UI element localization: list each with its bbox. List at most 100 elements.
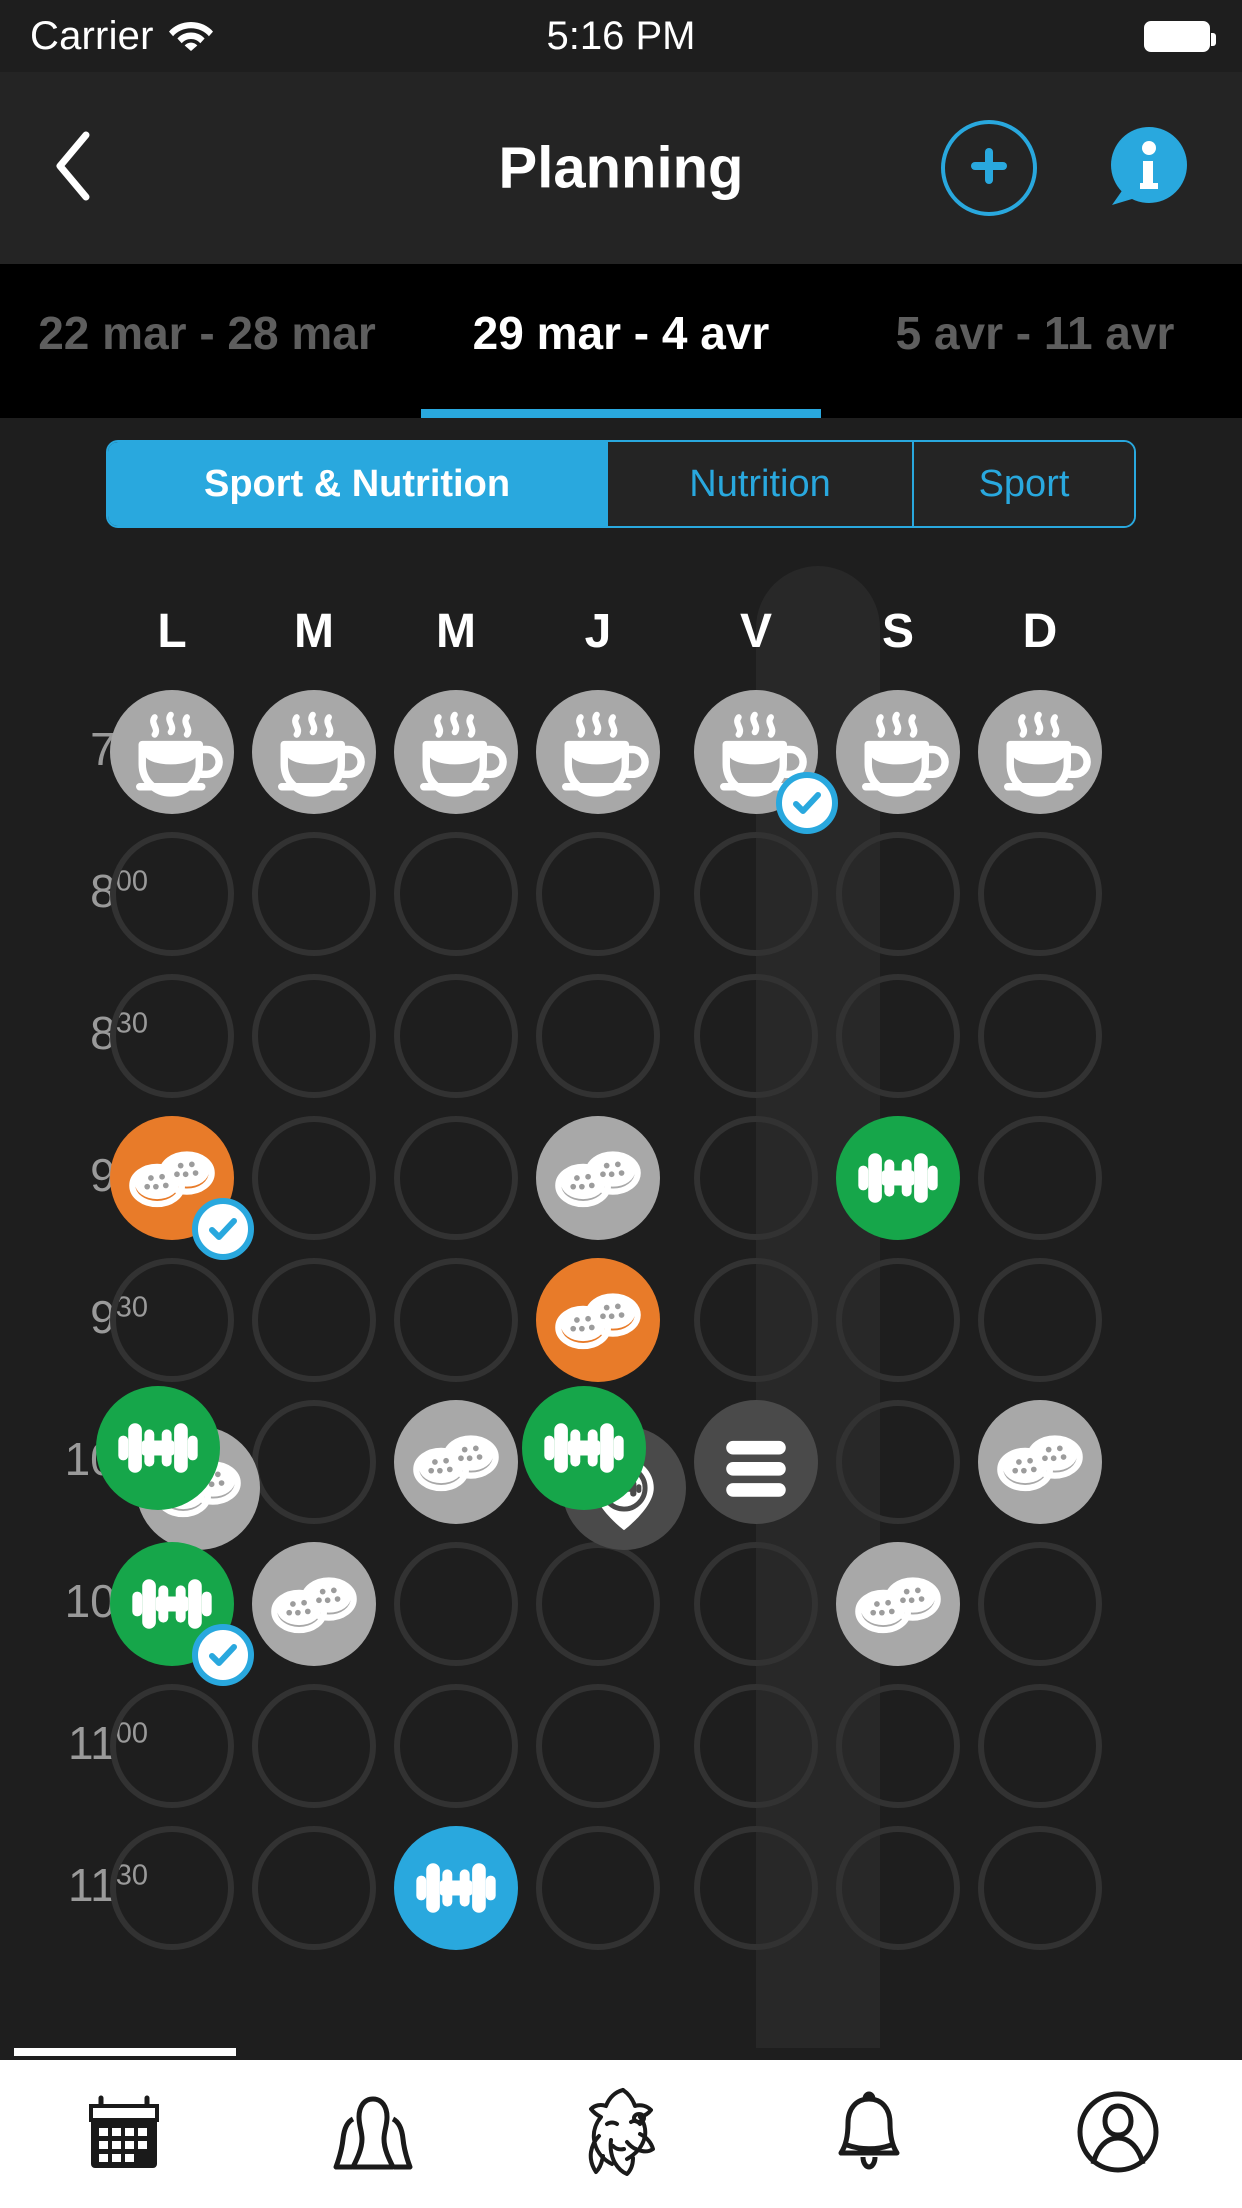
event-slot-menu[interactable] bbox=[694, 1400, 818, 1524]
dumbbell-icon bbox=[544, 1423, 624, 1473]
page-title: Planning bbox=[498, 135, 744, 201]
empty-slot[interactable] bbox=[978, 1116, 1102, 1240]
empty-slot[interactable] bbox=[694, 1542, 818, 1666]
bottom-tab-bar bbox=[0, 2060, 1242, 2208]
meal-icon bbox=[555, 1293, 641, 1350]
event-slot-meal[interactable] bbox=[394, 1400, 518, 1524]
event-slot-coffee[interactable] bbox=[110, 690, 234, 814]
empty-slot[interactable] bbox=[252, 1400, 376, 1524]
empty-slot[interactable] bbox=[394, 1116, 518, 1240]
tab-brand[interactable] bbox=[497, 2060, 745, 2208]
day-header-4: V bbox=[739, 605, 772, 658]
empty-slot[interactable] bbox=[252, 832, 376, 956]
empty-slot[interactable] bbox=[252, 1258, 376, 1382]
event-slot-sport[interactable] bbox=[96, 1386, 220, 1510]
day-header-1: M bbox=[294, 605, 334, 658]
empty-slot[interactable] bbox=[694, 1684, 818, 1808]
empty-slot[interactable] bbox=[694, 1826, 818, 1950]
segment-sport[interactable]: Sport bbox=[914, 442, 1134, 526]
event-slot-coffee[interactable] bbox=[978, 690, 1102, 814]
meal-icon bbox=[271, 1577, 357, 1634]
empty-slot[interactable] bbox=[252, 1684, 376, 1808]
plus-icon bbox=[964, 141, 1014, 196]
empty-slot[interactable] bbox=[110, 832, 234, 956]
event-slot-meal[interactable] bbox=[252, 1542, 376, 1666]
event-slot-meal[interactable] bbox=[836, 1542, 960, 1666]
calendar-icon bbox=[83, 2090, 165, 2179]
empty-slot[interactable] bbox=[836, 832, 960, 956]
status-bar-right bbox=[1144, 20, 1216, 52]
tab-community[interactable] bbox=[248, 2060, 496, 2208]
week-tab-previous[interactable]: 22 mar - 28 mar bbox=[0, 264, 414, 418]
event-slot-coffee[interactable] bbox=[252, 690, 376, 814]
empty-slot[interactable] bbox=[836, 974, 960, 1098]
empty-slot[interactable] bbox=[536, 1684, 660, 1808]
coffee-icon bbox=[278, 711, 365, 797]
menu-icon bbox=[726, 1440, 786, 1497]
empty-slot[interactable] bbox=[978, 974, 1102, 1098]
tab-profile[interactable] bbox=[994, 2060, 1242, 2208]
event-slot-coffee[interactable] bbox=[836, 690, 960, 814]
segment-sport-and-nutrition[interactable]: Sport & Nutrition bbox=[108, 442, 608, 526]
coffee-icon bbox=[420, 711, 507, 797]
empty-slot[interactable] bbox=[836, 1684, 960, 1808]
empty-slot[interactable] bbox=[536, 1826, 660, 1950]
empty-slot[interactable] bbox=[978, 832, 1102, 956]
empty-slot[interactable] bbox=[394, 1684, 518, 1808]
empty-slot[interactable] bbox=[394, 1258, 518, 1382]
empty-slot[interactable] bbox=[110, 1684, 234, 1808]
event-slot-sport[interactable] bbox=[522, 1386, 646, 1510]
event-slot-meal[interactable] bbox=[978, 1400, 1102, 1524]
empty-slot[interactable] bbox=[394, 832, 518, 956]
event-slot-sport[interactable] bbox=[394, 1826, 518, 1950]
info-button[interactable] bbox=[1102, 123, 1192, 213]
people-icon bbox=[327, 2089, 419, 2180]
empty-slot[interactable] bbox=[978, 1826, 1102, 1950]
empty-slot[interactable] bbox=[536, 832, 660, 956]
empty-slot[interactable] bbox=[836, 1826, 960, 1950]
meal-icon bbox=[555, 1151, 641, 1208]
meal-icon bbox=[855, 1577, 941, 1634]
empty-slot[interactable] bbox=[978, 1684, 1102, 1808]
week-tab-current[interactable]: 29 mar - 4 avr bbox=[414, 264, 828, 418]
empty-slot[interactable] bbox=[836, 1258, 960, 1382]
empty-slot[interactable] bbox=[110, 1258, 234, 1382]
meal-icon bbox=[997, 1435, 1083, 1492]
empty-slot[interactable] bbox=[252, 1116, 376, 1240]
empty-slot[interactable] bbox=[694, 1116, 818, 1240]
empty-slot[interactable] bbox=[536, 1542, 660, 1666]
event-slot-sport[interactable] bbox=[836, 1116, 960, 1240]
empty-slot[interactable] bbox=[252, 1826, 376, 1950]
coffee-icon bbox=[136, 711, 223, 797]
empty-slot[interactable] bbox=[536, 974, 660, 1098]
tiger-logo-icon bbox=[569, 2084, 673, 2185]
empty-slot[interactable] bbox=[394, 1542, 518, 1666]
empty-slot[interactable] bbox=[836, 1400, 960, 1524]
tab-calendar[interactable] bbox=[0, 2060, 248, 2208]
check-icon bbox=[209, 1644, 237, 1666]
empty-slot[interactable] bbox=[694, 974, 818, 1098]
check-icon bbox=[209, 1218, 237, 1240]
empty-slot[interactable] bbox=[110, 974, 234, 1098]
empty-slot[interactable] bbox=[110, 1826, 234, 1950]
event-slot-coffee[interactable] bbox=[394, 690, 518, 814]
dumbbell-icon bbox=[416, 1863, 496, 1913]
segment-nutrition[interactable]: Nutrition bbox=[608, 442, 914, 526]
empty-slot[interactable] bbox=[694, 1258, 818, 1382]
empty-slot[interactable] bbox=[978, 1542, 1102, 1666]
empty-slot[interactable] bbox=[394, 974, 518, 1098]
event-slot-meal[interactable] bbox=[536, 1116, 660, 1240]
empty-slot[interactable] bbox=[694, 832, 818, 956]
completed-check-badge bbox=[192, 1198, 254, 1260]
filter-segmented-control-wrapper: Sport & Nutrition Nutrition Sport bbox=[0, 440, 1242, 550]
empty-slot[interactable] bbox=[252, 974, 376, 1098]
week-tab-next[interactable]: 5 avr - 11 avr bbox=[828, 264, 1242, 418]
event-slot-meal[interactable] bbox=[536, 1258, 660, 1382]
app-screen: Carrier 5:16 PM Planning 22 mar - 28 mar… bbox=[0, 0, 1242, 2208]
event-slot-coffee[interactable] bbox=[536, 690, 660, 814]
add-event-button[interactable] bbox=[941, 120, 1037, 216]
status-bar-time: 5:16 PM bbox=[546, 13, 696, 58]
empty-slot[interactable] bbox=[978, 1258, 1102, 1382]
tab-notifications[interactable] bbox=[745, 2060, 993, 2208]
bell-icon bbox=[829, 2087, 909, 2182]
